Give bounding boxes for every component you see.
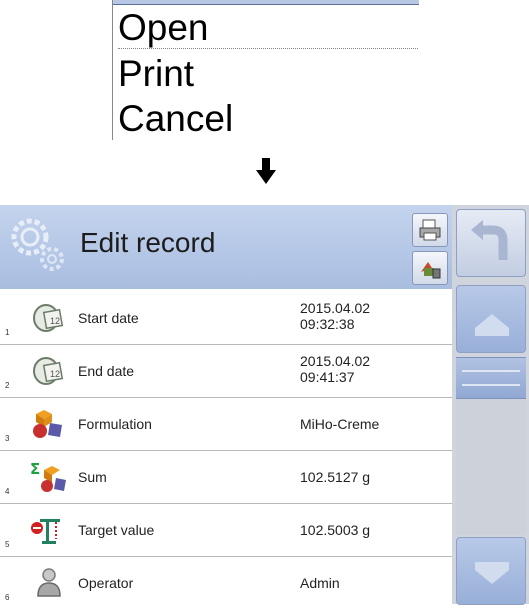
operator-icon bbox=[37, 568, 61, 597]
field-label: Operator bbox=[78, 575, 134, 591]
page-title: Edit record bbox=[80, 227, 216, 258]
list-item-sum[interactable]: 4 Σ Sum 102.5127 g bbox=[0, 451, 452, 504]
menu-item-print[interactable]: Print bbox=[118, 52, 194, 96]
back-button[interactable] bbox=[456, 209, 526, 277]
list-item-operator[interactable]: 6 Operator Admin bbox=[0, 557, 452, 609]
row-number: 6 bbox=[5, 593, 10, 602]
row-number: 4 bbox=[5, 487, 10, 496]
header-bar: Edit record bbox=[0, 205, 452, 289]
svg-text:12: 12 bbox=[50, 369, 60, 379]
menu-item-cancel[interactable]: Cancel bbox=[118, 97, 233, 141]
value-time: 09:41:37 bbox=[300, 369, 355, 385]
value-time: 09:32:38 bbox=[300, 316, 355, 332]
menu-top-border bbox=[113, 0, 419, 5]
svg-text:12: 12 bbox=[50, 316, 60, 326]
gears-icon bbox=[11, 218, 64, 271]
list-item-end-date[interactable]: 2 12 End date 2015.04.02 09:41:37 bbox=[0, 345, 452, 398]
menu-separator bbox=[118, 48, 418, 49]
arrow-down-icon bbox=[256, 158, 276, 184]
value-date: 2015.04.02 bbox=[300, 353, 371, 369]
calendar-icon: 12 bbox=[33, 357, 64, 385]
scroll-up-button[interactable] bbox=[456, 285, 526, 353]
row-number: 3 bbox=[5, 434, 10, 443]
scroll-down-button[interactable] bbox=[456, 537, 526, 605]
export-data-icon bbox=[421, 262, 441, 279]
printer-icon bbox=[419, 219, 441, 241]
value-date: 2015.04.02 bbox=[300, 300, 371, 316]
field-value: 102.5127 g bbox=[300, 469, 371, 485]
field-value: Admin bbox=[300, 575, 340, 591]
formulation-icon bbox=[33, 410, 62, 438]
chevron-down-icon bbox=[475, 562, 509, 584]
row-number: 5 bbox=[5, 540, 10, 549]
field-value: 2015.04.02 09:41:37 bbox=[300, 353, 370, 385]
edit-record-screen: Edit record 1 12 Start date 2015.04.02 0… bbox=[0, 205, 529, 609]
field-value: 2015.04.02 09:32:38 bbox=[300, 300, 370, 332]
field-label: End date bbox=[78, 363, 135, 379]
sum-icon: Σ bbox=[30, 460, 66, 492]
menu-item-open[interactable]: Open bbox=[118, 6, 418, 50]
return-arrow-icon bbox=[471, 220, 508, 260]
calendar-icon: 12 bbox=[33, 304, 64, 332]
scrollbar-thumb[interactable] bbox=[456, 357, 526, 399]
field-label: Formulation bbox=[78, 416, 152, 432]
chevron-up-icon bbox=[475, 314, 509, 336]
context-menu: Open Print Cancel bbox=[112, 0, 419, 140]
export-button[interactable] bbox=[412, 251, 448, 285]
list-item-target-value[interactable]: 5 Target value 102.5003 g bbox=[0, 504, 452, 557]
print-button[interactable] bbox=[412, 213, 448, 247]
svg-text:Σ: Σ bbox=[30, 460, 40, 478]
side-panel bbox=[452, 205, 529, 605]
field-label: Target value bbox=[78, 522, 155, 538]
field-label: Start date bbox=[78, 310, 139, 326]
field-value: MiHo-Creme bbox=[300, 416, 380, 432]
row-number: 2 bbox=[5, 381, 10, 390]
field-value: 102.5003 g bbox=[300, 522, 371, 538]
list-item-formulation[interactable]: 3 Formulation MiHo-Creme bbox=[0, 398, 452, 451]
list-item-start-date[interactable]: 1 12 Start date 2015.04.02 09:32:38 bbox=[0, 292, 452, 345]
field-label: Sum bbox=[78, 469, 107, 485]
target-icon bbox=[31, 519, 60, 544]
row-number: 1 bbox=[5, 328, 10, 337]
